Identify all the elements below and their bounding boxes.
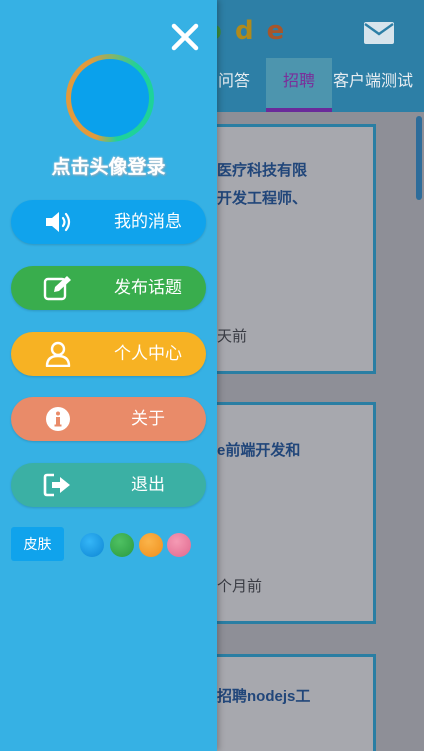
personal-center-button[interactable]: 个人中心 [11, 332, 206, 376]
topic-title-line: 开发工程师、 [217, 190, 308, 207]
tab-client-test[interactable]: 客户端测试 [333, 58, 413, 112]
skin-swatch-pink[interactable] [167, 533, 191, 557]
tab-jobs[interactable]: 招聘 [266, 58, 332, 112]
login-prompt[interactable]: 点击头像登录 [0, 152, 217, 179]
topic-time: 天前 [217, 328, 248, 345]
side-drawer: 点击头像登录 我的消息 发布话题 个人中心 关于 退出 皮肤 [0, 0, 217, 751]
close-icon[interactable] [170, 22, 200, 52]
skin-swatch-green[interactable] [110, 533, 134, 557]
avatar[interactable] [66, 54, 154, 142]
about-button[interactable]: 关于 [11, 397, 206, 441]
info-icon [46, 407, 70, 431]
about-label: 关于 [131, 409, 165, 428]
logo-letter: d [234, 16, 256, 46]
avatar-image [71, 59, 149, 137]
mail-icon[interactable] [364, 22, 394, 44]
my-messages-label: 我的消息 [114, 212, 182, 231]
skin-swatch-blue[interactable] [80, 533, 104, 557]
topic-title: 医疗科技有限 开发工程师、 [217, 157, 367, 213]
edit-icon [43, 276, 71, 301]
publish-topic-button[interactable]: 发布话题 [11, 266, 206, 310]
topic-title: 招聘nodejs工 [217, 683, 367, 711]
topic-title-line: 医疗科技有限 [217, 162, 308, 179]
tab-qa[interactable]: 问答 [218, 58, 250, 112]
logo-letter: e [266, 16, 287, 46]
logout-label: 退出 [131, 475, 165, 494]
skin-swatch-orange[interactable] [139, 533, 163, 557]
my-messages-button[interactable]: 我的消息 [11, 200, 206, 244]
user-icon [45, 341, 71, 367]
logout-button[interactable]: 退出 [11, 463, 206, 507]
topic-title: e前端开发和 [217, 437, 367, 465]
topic-title-line: e前端开发和 [217, 442, 301, 459]
skin-button[interactable]: 皮肤 [11, 527, 64, 561]
publish-topic-label: 发布话题 [114, 278, 182, 297]
scrollbar-thumb[interactable] [416, 116, 422, 200]
personal-center-label: 个人中心 [114, 344, 182, 363]
topic-time: 个月前 [217, 578, 263, 595]
volume-icon [46, 212, 71, 232]
sign-out-icon [43, 473, 70, 497]
topic-title-line: 招聘nodejs工 [217, 688, 311, 705]
